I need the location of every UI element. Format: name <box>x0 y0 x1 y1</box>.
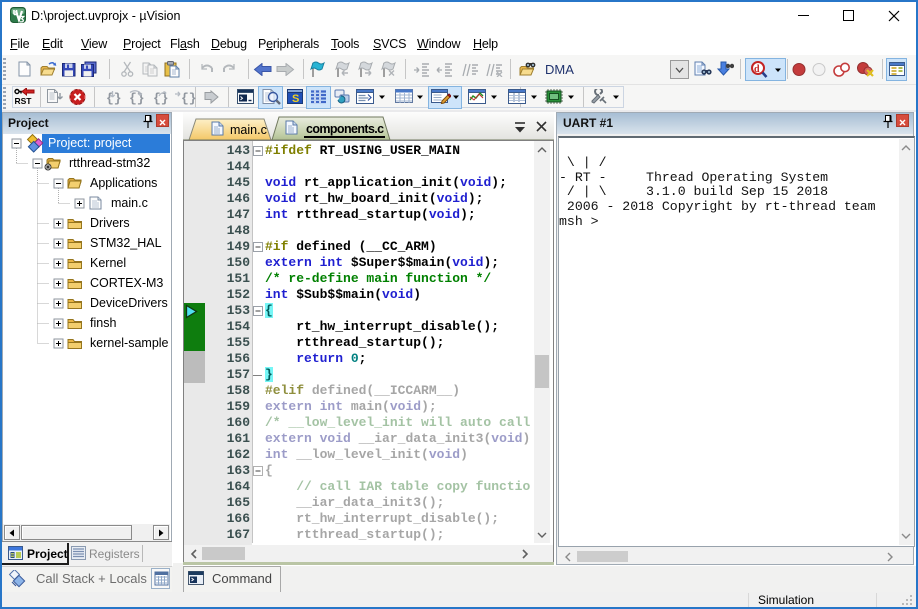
svg-text:{}: {} <box>106 91 122 106</box>
svg-text:RST: RST <box>15 96 33 105</box>
svg-text:S: S <box>292 93 299 104</box>
svg-text:{}: {} <box>129 91 145 106</box>
svg-text:{}: {} <box>181 91 196 106</box>
svg-text:d: d <box>754 64 760 75</box>
